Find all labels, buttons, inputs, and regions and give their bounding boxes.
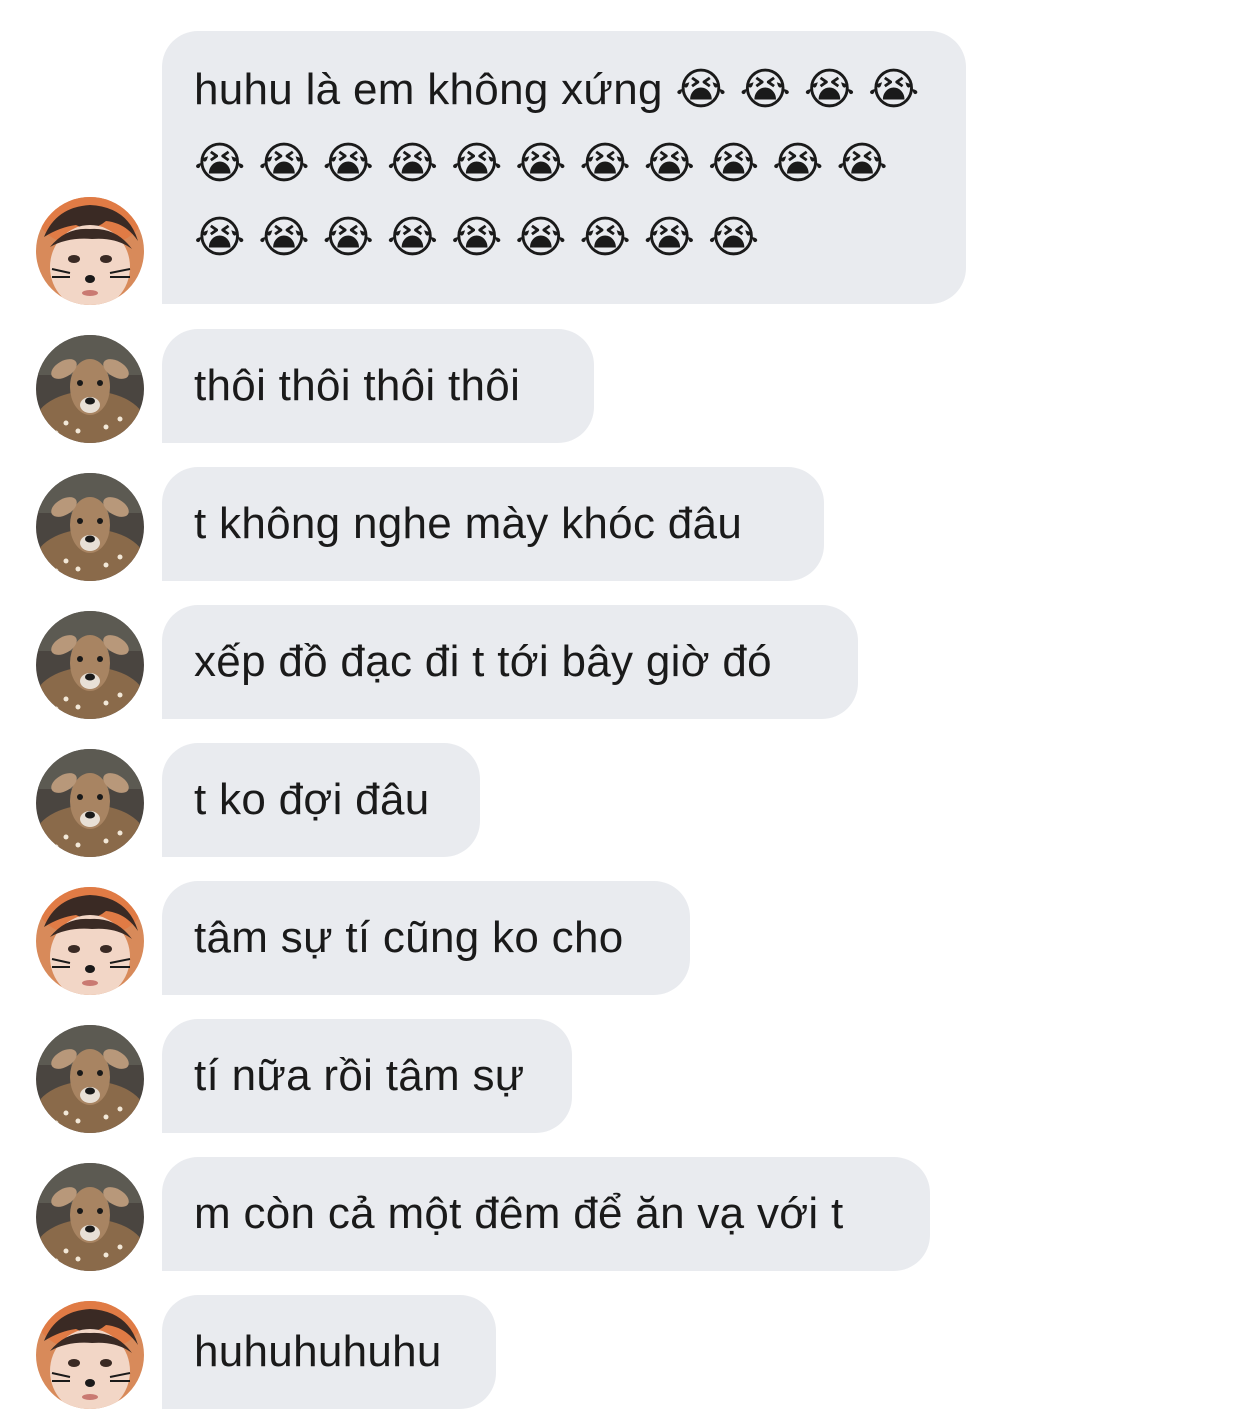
message-bubble[interactable]: t ko đợi đâu — [162, 743, 480, 857]
avatar-deer[interactable] — [36, 473, 144, 581]
deer-avatar-image — [36, 1163, 144, 1271]
message-bubble[interactable]: t không nghe mày khóc đâu — [162, 467, 824, 581]
avatar-deer[interactable] — [36, 749, 144, 857]
message-text: xếp đồ đạc đi t tới bây giờ đó — [194, 637, 772, 686]
message-bubble[interactable]: tí nữa rồi tâm sự — [162, 1019, 572, 1133]
deer-avatar-image — [36, 335, 144, 443]
message-bubble[interactable]: tâm sự tí cũng ko cho — [162, 881, 690, 995]
avatar-deer[interactable] — [36, 1163, 144, 1271]
avatar-deer[interactable] — [36, 1025, 144, 1133]
boy-avatar-image — [36, 197, 144, 305]
message-text: m còn cả một đêm để ăn vạ với t — [194, 1189, 844, 1238]
message-text: t ko đợi đâu — [194, 775, 430, 824]
message-bubble[interactable]: m còn cả một đêm để ăn vạ với t — [162, 1157, 930, 1271]
deer-avatar-image — [36, 611, 144, 719]
chat-thread: huhu là em không xứng 😭 😭 😭 😭 😭 😭 😭 😭 😭 … — [0, 0, 1242, 1416]
boy-avatar-image — [36, 1301, 144, 1409]
message-text: huhu là em không xứng 😭 😭 😭 😭 😭 😭 😭 😭 😭 … — [194, 65, 920, 262]
message-text: thôi thôi thôi thôi — [194, 361, 521, 410]
message-text: t không nghe mày khóc đâu — [194, 499, 743, 548]
deer-avatar-image — [36, 473, 144, 581]
message-text: tâm sự tí cũng ko cho — [194, 913, 624, 962]
avatar-deer[interactable] — [36, 611, 144, 719]
avatar-boy[interactable] — [36, 887, 144, 995]
avatar-deer[interactable] — [36, 335, 144, 443]
avatar-boy[interactable] — [36, 1301, 144, 1409]
message-bubble[interactable]: huhu là em không xứng 😭 😭 😭 😭 😭 😭 😭 😭 😭 … — [162, 31, 966, 304]
message-bubble[interactable]: thôi thôi thôi thôi — [162, 329, 594, 443]
avatar-boy[interactable] — [36, 197, 144, 305]
message-text: huhuhuhuhu — [194, 1327, 442, 1376]
deer-avatar-image — [36, 749, 144, 857]
deer-avatar-image — [36, 1025, 144, 1133]
message-bubble[interactable]: huhuhuhuhu — [162, 1295, 496, 1409]
message-bubble[interactable]: xếp đồ đạc đi t tới bây giờ đó — [162, 605, 858, 719]
boy-avatar-image — [36, 887, 144, 995]
message-text: tí nữa rồi tâm sự — [194, 1051, 525, 1100]
